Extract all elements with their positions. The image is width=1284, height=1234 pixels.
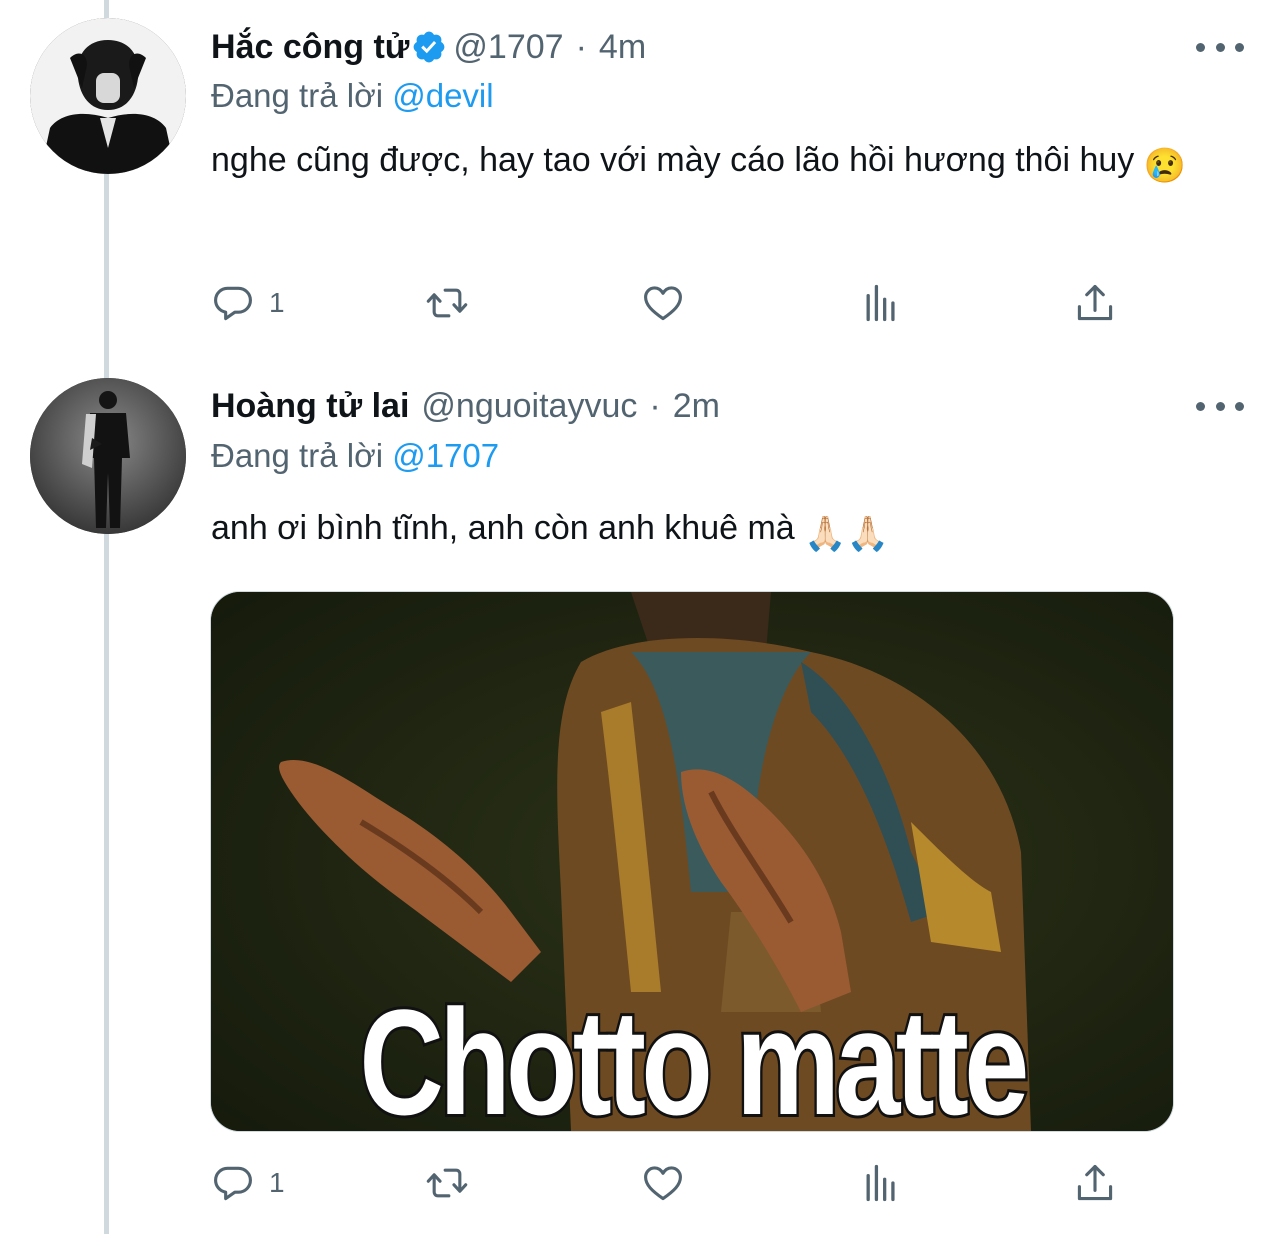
analytics-icon: [866, 284, 895, 322]
reply-mention-link[interactable]: @1707: [392, 437, 499, 474]
retweet-button[interactable]: [425, 1158, 469, 1208]
tweet-actions: 1: [211, 1158, 1131, 1208]
tweet-text: anh ơi bình tĩnh, anh còn anh khuê mà 🙏🏻…: [211, 500, 1201, 562]
share-button[interactable]: [1073, 278, 1117, 328]
display-name[interactable]: Hắc công tử: [211, 27, 409, 67]
retweet-button[interactable]: [425, 278, 469, 328]
tweet-header: Hoàng tử lai @nguoitayvuc · 2m: [211, 386, 720, 426]
separator: ·: [649, 387, 661, 425]
more-icon[interactable]: [1196, 396, 1244, 416]
reply-button[interactable]: 1: [211, 278, 285, 328]
retweet-icon: [426, 1168, 468, 1198]
analytics-button[interactable]: [859, 278, 903, 328]
thread-line: [104, 0, 109, 1234]
share-icon: [1077, 1164, 1113, 1201]
avatar[interactable]: [30, 18, 186, 174]
analytics-button[interactable]: [859, 1158, 903, 1208]
retweet-icon: [426, 288, 468, 318]
tweet-actions: 1: [211, 278, 1131, 328]
like-icon: [644, 286, 682, 321]
handle[interactable]: @1707: [453, 27, 563, 67]
reply-icon: [214, 286, 252, 321]
timestamp[interactable]: 4m: [599, 27, 646, 67]
reply-mention-link[interactable]: @devil: [392, 77, 493, 114]
handle[interactable]: @nguoitayvuc: [421, 386, 637, 426]
share-button[interactable]: [1073, 1158, 1117, 1208]
tweet-header: Hắc công tử @1707 · 4m: [211, 27, 646, 67]
crying-face-emoji: 😢: [1143, 147, 1187, 185]
replying-to: Đang trả lời @1707: [211, 436, 499, 476]
reply-count: 1: [269, 287, 285, 318]
analytics-icon: [866, 1164, 895, 1202]
reply-prefix: Đang trả lời: [211, 437, 384, 474]
like-button[interactable]: [641, 1158, 685, 1208]
folded-hands-emoji: 🙏🏻🙏🏻: [804, 515, 889, 553]
reply-icon: [214, 1166, 252, 1201]
verified-badge-icon: [411, 29, 447, 65]
reply-prefix: Đang trả lời: [211, 77, 384, 114]
share-icon: [1077, 284, 1113, 321]
timestamp[interactable]: 2m: [673, 386, 720, 426]
like-button[interactable]: [641, 278, 685, 328]
tweet-text-body: nghe cũng được, hay tao với mày cáo lão …: [211, 141, 1135, 179]
reply-button[interactable]: 1: [211, 1158, 285, 1208]
reply-count: 1: [269, 1167, 285, 1198]
like-icon: [644, 1166, 682, 1201]
tweet-text-body: anh ơi bình tĩnh, anh còn anh khuê mà: [211, 509, 795, 547]
display-name[interactable]: Hoàng tử lai: [211, 386, 409, 426]
avatar[interactable]: [30, 378, 186, 534]
separator: ·: [575, 28, 587, 66]
tweet-text: nghe cũng được, hay tao với mày cáo lão …: [211, 132, 1201, 194]
replying-to: Đang trả lời @devil: [211, 76, 494, 116]
tweet-media-image[interactable]: Chotto matte: [210, 591, 1174, 1132]
meme-caption: Chotto matte: [357, 978, 1032, 1132]
more-icon[interactable]: [1196, 37, 1244, 57]
